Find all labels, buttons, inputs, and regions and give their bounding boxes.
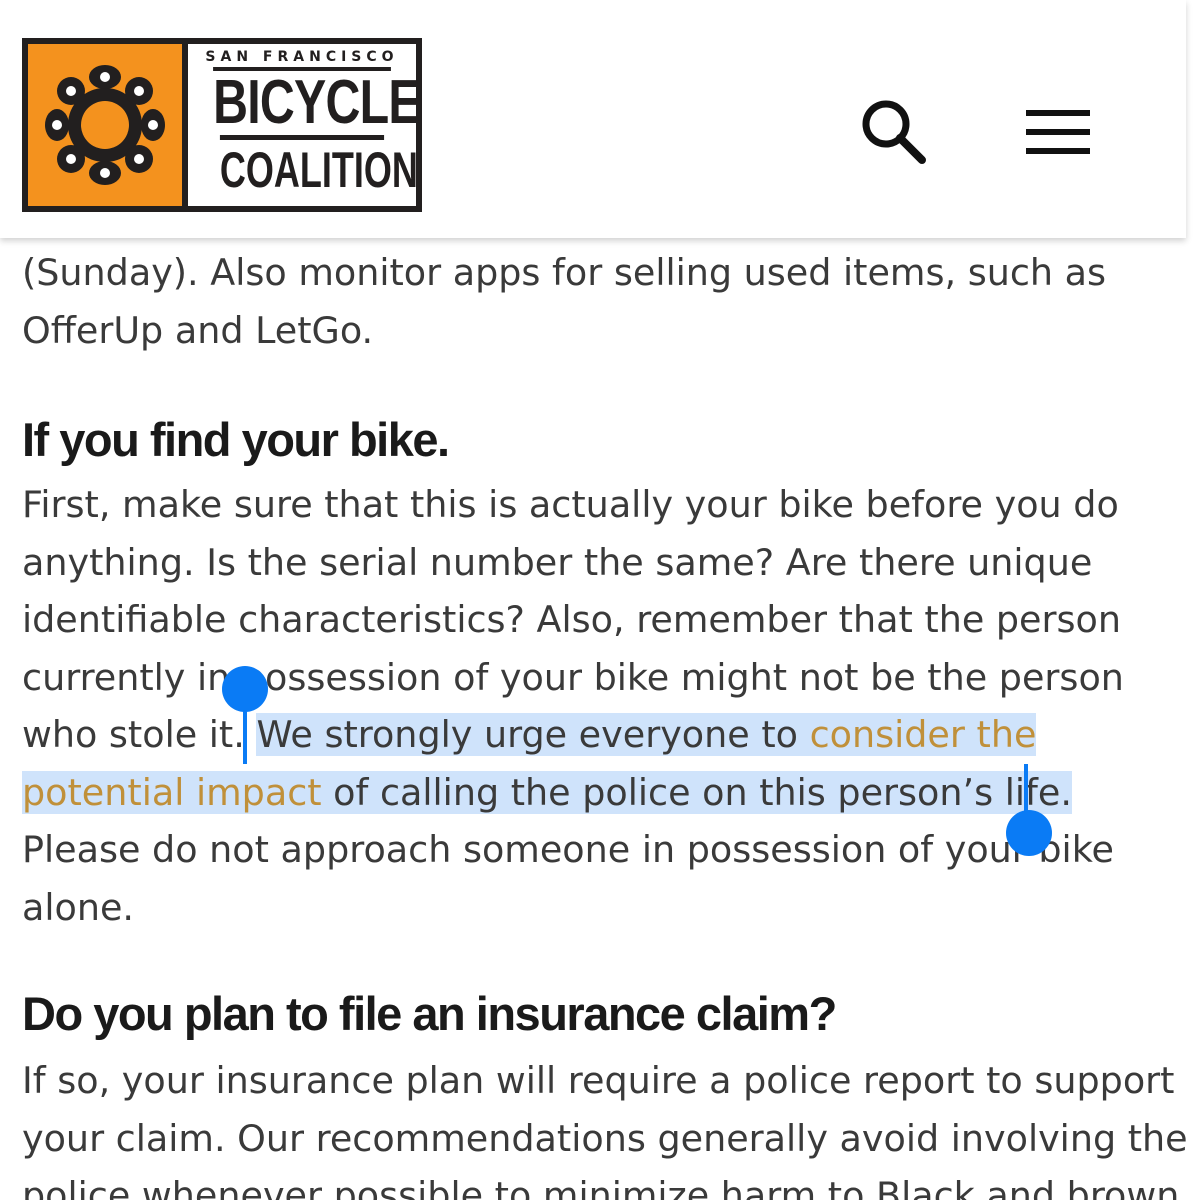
logo-mark: [22, 38, 188, 212]
logo-orange-panel: [28, 44, 182, 206]
bike-chain-icon: [45, 65, 165, 185]
search-icon: [862, 100, 926, 164]
logo-coalition-text: COALITION: [219, 135, 418, 200]
selected-text[interactable]: We strongly urge everyone to consider th…: [256, 713, 1037, 756]
text-line: If so, your insurance plan will require …: [22, 1059, 1175, 1102]
text-line: identifiable characteristics? Also, reme…: [22, 598, 1121, 641]
site-header: SAN FRANCISCO BICYCLE COALITION: [0, 0, 1186, 238]
intro-paragraph: (Sunday). Also monitor apps for selling …: [22, 244, 1172, 359]
text-line: potential impact of calling the police o…: [22, 764, 1172, 822]
text-line: police whenever possible to minimize har…: [22, 1174, 1180, 1200]
hamburger-menu-icon: [1026, 110, 1090, 154]
text-line: currently in possession of your bike mig…: [22, 655, 1124, 699]
logo-wordmark: SAN FRANCISCO BICYCLE COALITION: [188, 38, 422, 212]
selection-start-caret: [243, 690, 247, 764]
selected-text-segment: We strongly urge everyone to: [256, 713, 810, 756]
text-line: your claim. Our recommendations generall…: [22, 1116, 1188, 1160]
logo-city-text: SAN FRANCISCO: [205, 49, 399, 65]
text-line: OfferUp and LetGo.: [22, 308, 374, 352]
page: SAN FRANCISCO BICYCLE COALITION (Sunday)…: [0, 0, 1200, 1200]
insurance-paragraph: If so, your insurance plan will require …: [22, 1052, 1188, 1200]
search-button[interactable]: [858, 96, 930, 168]
selection-end-handle[interactable]: [1006, 810, 1052, 856]
text-segment: who stole it.: [22, 713, 257, 756]
text-line: First, make sure that this is actually y…: [22, 483, 1119, 526]
menu-button[interactable]: [1022, 104, 1094, 160]
logo-wordmark-inner: SAN FRANCISCO BICYCLE COALITION: [188, 44, 421, 206]
site-logo[interactable]: SAN FRANCISCO BICYCLE COALITION: [22, 38, 422, 212]
text-line: anything. Is the serial number the same?…: [22, 540, 1093, 584]
consider-impact-link-continued[interactable]: potential impact: [22, 771, 322, 814]
text-line: Please do not approach someone in posses…: [22, 828, 1114, 871]
section-heading-insurance: Do you plan to file an insurance claim?: [22, 987, 837, 1040]
text-line: who stole it. We strongly urge everyone …: [22, 706, 1172, 764]
logo-bicycle-text: BICYCLE: [213, 67, 421, 137]
selected-text[interactable]: potential impact of calling the police o…: [22, 770, 1072, 814]
text-line: alone.: [22, 885, 135, 929]
find-bike-paragraph: First, make sure that this is actually y…: [22, 476, 1172, 936]
selected-text-segment: of calling the police on this person’s l…: [321, 770, 1072, 814]
consider-impact-link[interactable]: consider the: [810, 713, 1037, 756]
section-heading-find-bike: If you find your bike.: [22, 413, 450, 466]
text-line: (Sunday). Also monitor apps for selling …: [22, 251, 1107, 294]
